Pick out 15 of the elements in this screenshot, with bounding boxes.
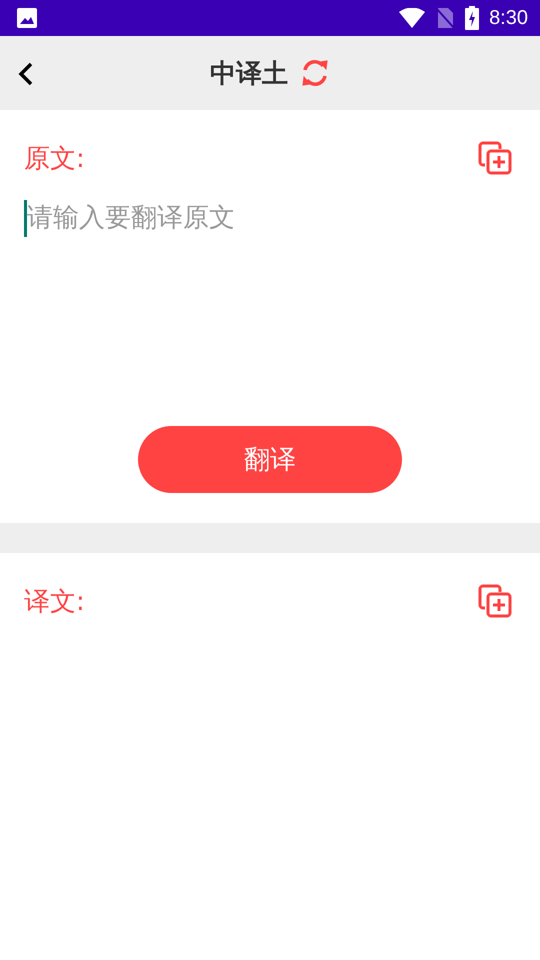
copy-add-icon [478,141,512,175]
copy-button[interactable] [478,141,512,175]
source-label: 原文: [24,142,85,176]
copy-button[interactable] [478,584,512,618]
wifi-icon [399,8,426,28]
translate-button[interactable]: 翻译 [138,426,402,493]
result-label: 译文: [24,586,85,618]
image-icon [16,7,38,29]
page-title: 中译土 [210,58,288,90]
no-sim-icon [435,7,456,29]
back-icon [18,62,34,86]
status-time: 8:30 [489,6,528,30]
swap-icon[interactable] [300,58,330,88]
battery-charging-icon [465,6,480,30]
copy-add-icon [478,584,512,618]
